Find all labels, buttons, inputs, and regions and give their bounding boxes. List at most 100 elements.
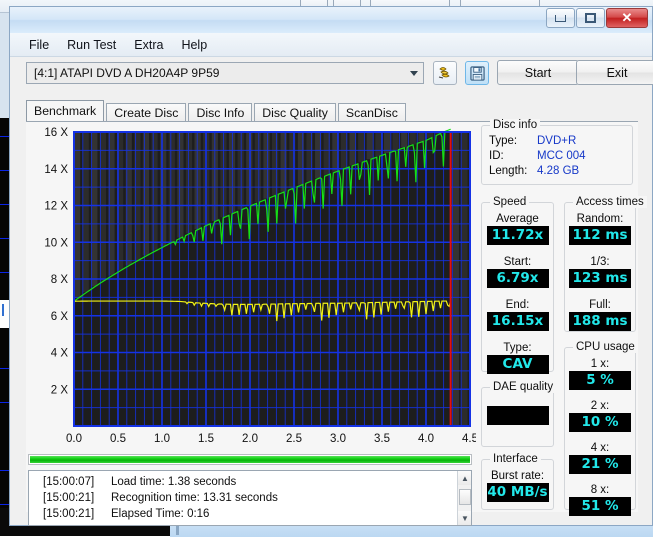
drive-select-value: [4:1] ATAPI DVD A DH20A4P 9P59 (34, 66, 220, 80)
speed-group: Speed Average 11.72x Start: 6.79x End: 1… (481, 196, 554, 374)
maximize-button[interactable] (576, 8, 605, 28)
menu-bar: File Run Test Extra Help (10, 33, 652, 57)
cpu-4x-value: 21 % (569, 455, 631, 474)
menu-extra[interactable]: Extra (125, 35, 172, 55)
disc-info-title: Disc info (490, 119, 541, 131)
svg-text:2.0: 2.0 (242, 433, 258, 444)
disc-info-value: DVD+R (537, 135, 577, 147)
svg-text:1.5: 1.5 (198, 433, 214, 444)
drive-select-dropdown[interactable]: [4:1] ATAPI DVD A DH20A4P 9P59 (26, 62, 424, 84)
menu-file[interactable]: File (20, 35, 58, 55)
cpu-4x-label: 4 x: (590, 442, 610, 454)
tab-scandisc[interactable]: ScanDisc (337, 103, 406, 121)
close-icon: ✕ (621, 10, 633, 25)
scroll-up-icon[interactable]: ▲ (458, 471, 471, 485)
speed-type-value: CAV (486, 355, 549, 374)
window-titlebar: ✕ (10, 7, 652, 34)
access-random-label: Random: (576, 213, 624, 225)
access-times-group: Access times Random: 112 ms 1/3: 123 ms … (564, 196, 647, 332)
log-scrollbar[interactable]: ▲ ▼ (457, 471, 471, 525)
access-full-value: 188 ms (569, 312, 631, 331)
speed-average-value: 11.72x (486, 226, 549, 245)
log-entry-time: [15:00:21] (43, 492, 95, 504)
disc-info-value: 4.28 GB (537, 165, 580, 177)
svg-text:4.5: 4.5 (462, 433, 476, 444)
access-times-title: Access times (573, 196, 647, 208)
minimize-icon (555, 14, 566, 22)
tab-bar: Benchmark Create Disc Disc Info Disc Qua… (26, 100, 408, 121)
access-full-label: Full: (589, 299, 611, 311)
interface-group: Interface Burst rate: 40 MB/s (481, 453, 554, 510)
dae-quality-title: DAE quality (490, 381, 557, 393)
speed-title: Speed (490, 196, 530, 208)
save-floppy-icon (469, 65, 485, 81)
svg-text:4.0: 4.0 (418, 433, 434, 444)
log-panel[interactable]: [15:00:07] Load time: 1.38 seconds [15:0… (28, 470, 472, 526)
svg-text:2.5: 2.5 (286, 433, 302, 444)
log-entry-message: Load time: 1.38 seconds (111, 476, 237, 488)
start-button[interactable]: Start (497, 60, 579, 85)
disc-info-key: Length: (489, 165, 528, 177)
svg-text:0.5: 0.5 (110, 433, 126, 444)
access-third-label: 1/3: (590, 256, 610, 268)
svg-text:10 X: 10 X (44, 237, 68, 249)
disc-info-row: ID: MCC 004 (482, 149, 632, 164)
svg-text:14 X: 14 X (44, 164, 68, 176)
tab-create-disc[interactable]: Create Disc (106, 103, 187, 121)
eject-icon (438, 67, 450, 79)
menu-run-test[interactable]: Run Test (58, 35, 125, 55)
disc-info-row: Type: DVD+R (482, 134, 632, 149)
svg-text:16 X: 16 X (44, 127, 68, 139)
disc-info-key: ID: (489, 150, 504, 162)
speed-end-value: 16.15x (486, 312, 549, 331)
log-entry: [15:00:07] Load time: 1.38 seconds (29, 474, 471, 490)
disc-info-row: Length: 4.28 GB (482, 164, 632, 179)
speed-average-label: Average (496, 213, 539, 225)
dae-quality-group: DAE quality (481, 381, 557, 447)
svg-text:3.5: 3.5 (374, 433, 390, 444)
speed-start-value: 6.79x (486, 269, 549, 288)
benchmark-chart[interactable]: 0.0 0.5 1.0 1.5 2.0 2.5 3.0 3.5 4.0 4.5 2 X 4 X 6 X… (26, 124, 476, 444)
scroll-down-icon[interactable]: ▼ (458, 511, 471, 525)
scrollbar-thumb[interactable] (459, 489, 471, 505)
progress-bar-fill (30, 456, 470, 463)
disc-info-value: MCC 004 (537, 150, 586, 162)
svg-text:12 X: 12 X (44, 201, 68, 213)
menu-help[interactable]: Help (172, 35, 216, 55)
cpu-8x-value: 51 % (569, 497, 631, 516)
access-third-value: 123 ms (569, 269, 631, 288)
svg-text:0.0: 0.0 (66, 433, 82, 444)
tab-benchmark[interactable]: Benchmark (26, 100, 105, 121)
maximize-icon (585, 13, 596, 23)
svg-text:3.0: 3.0 (330, 433, 346, 444)
svg-text:1.0: 1.0 (154, 433, 170, 444)
log-entry: [15:00:21] Elapsed Time: 0:16 (29, 506, 471, 522)
save-button[interactable] (465, 61, 489, 85)
svg-text:2 X: 2 X (51, 384, 69, 396)
eject-button[interactable] (433, 61, 457, 85)
disc-info-key: Type: (489, 135, 518, 147)
svg-text:4 X: 4 X (51, 348, 69, 360)
tab-disc-info[interactable]: Disc Info (188, 103, 253, 121)
burst-rate-label: Burst rate: (490, 470, 545, 482)
benchmark-chart-svg: 0.0 0.5 1.0 1.5 2.0 2.5 3.0 3.5 4.0 4.5 2 X 4 X 6 X… (44, 127, 476, 444)
access-random-value: 112 ms (569, 226, 631, 245)
svg-text:6 X: 6 X (51, 311, 69, 323)
close-button[interactable]: ✕ (606, 8, 648, 28)
log-entry-message: Recognition time: 13.31 seconds (111, 492, 278, 504)
log-entry-time: [15:00:21] (43, 508, 95, 520)
cpu-usage-title: CPU usage (573, 341, 638, 353)
toolbar: [4:1] ATAPI DVD A DH20A4P 9P59 Start Exi… (10, 58, 653, 90)
speed-end-label: End: (505, 299, 530, 311)
cpu-1x-label: 1 x: (590, 358, 610, 370)
minimize-button[interactable] (546, 8, 575, 28)
exit-button[interactable]: Exit (576, 60, 653, 85)
tab-disc-quality[interactable]: Disc Quality (254, 103, 336, 121)
burst-rate-value: 40 MB/s (486, 483, 549, 502)
log-entry: [15:00:21] Recognition time: 13.31 secon… (29, 490, 471, 506)
window-controls: ✕ (545, 8, 648, 28)
log-entry-time: [15:00:07] (43, 476, 95, 488)
interface-title: Interface (490, 453, 541, 465)
cpu-2x-label: 2 x: (590, 400, 610, 412)
progress-bar (28, 454, 472, 465)
